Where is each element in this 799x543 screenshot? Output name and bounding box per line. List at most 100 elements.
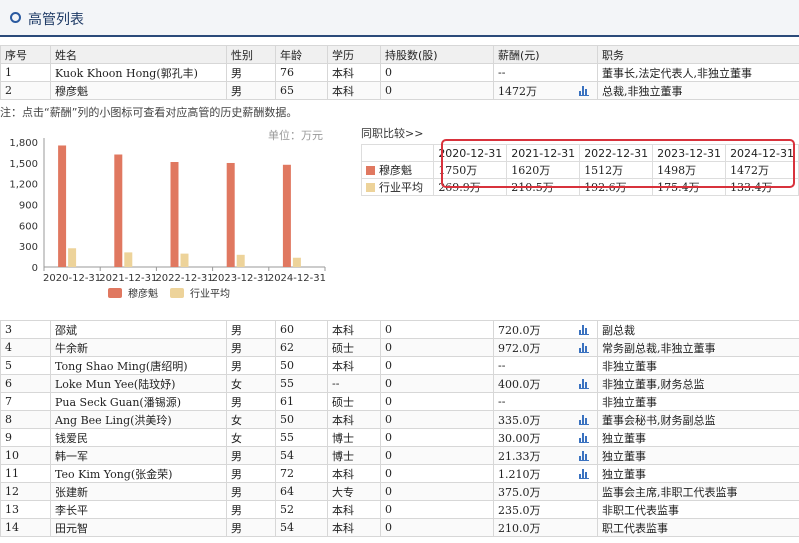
bar-chart-icon[interactable]	[579, 343, 589, 353]
col-header-no[interactable]: 序号	[0, 45, 51, 64]
table-row: 8 Ang Bee Ling(洪美玲) 女 50 本科 0 335.0万 董事会秘书,财务副总…	[0, 410, 799, 429]
row-education-text: 本科	[332, 84, 354, 98]
bar-chart-icon[interactable]	[579, 379, 589, 389]
table-row: 12 张建新 男 64 大专 0 375.0万 监事会主席,非职工代表监事	[0, 482, 799, 501]
row-no-text: 10	[5, 449, 19, 462]
row-pay: 1472万	[493, 81, 598, 100]
col-header-age[interactable]: 年龄	[275, 45, 328, 64]
col-header-gender[interactable]: 性别	[226, 45, 276, 64]
row-pay: 335.0万	[493, 410, 598, 429]
row-shares-text: 0	[385, 66, 392, 79]
row-pay: 21.33万	[493, 446, 598, 465]
row-name: Loke Mun Yee(陆玟妤)	[50, 374, 227, 393]
table-row: 6 Loke Mun Yee(陆玟妤) 女 55 -- 0 400.0万 非独立董事,财务总监	[0, 374, 799, 393]
row-no-text: 3	[5, 323, 12, 336]
x-tick-label: 2022-12-31	[155, 273, 213, 284]
row-role: 董事长,法定代表人,非独立董事	[597, 63, 799, 82]
row-gender: 女	[226, 428, 276, 447]
row-no: 3	[0, 320, 51, 339]
table-row: 13 李长平 男 52 本科 0 235.0万 非职工代表监事	[0, 500, 799, 519]
bar-chart-icon[interactable]	[579, 433, 589, 443]
row-age-text: 62	[280, 341, 294, 354]
col-header-pay[interactable]: 薪酬(元)	[493, 45, 598, 64]
bar-avg	[68, 248, 77, 267]
table-row: 11 Teo Kim Yong(张金荣) 男 72 本科 0 1.210万 独立董事	[0, 464, 799, 483]
row-age-text: 60	[280, 323, 294, 336]
row-role-text: 独立董事	[602, 431, 646, 445]
x-tick-label: 2024-12-31	[268, 273, 326, 284]
peer-compare-link[interactable]: 同职比较>>	[361, 125, 423, 141]
row-no-text: 6	[5, 377, 12, 390]
row-shares: 0	[380, 81, 494, 100]
row-no: 13	[0, 500, 51, 519]
row-name-text: 张建新	[55, 485, 88, 499]
row-education: --	[327, 374, 381, 393]
row-name-text: 钱爱民	[55, 431, 88, 445]
row-education-text: 硕士	[332, 395, 354, 409]
col-header-education[interactable]: 学历	[327, 45, 381, 64]
bar-person	[58, 145, 67, 267]
row-gender: 女	[226, 374, 276, 393]
row-name: Ang Bee Ling(洪美玲)	[50, 410, 227, 429]
compare-highlight-box	[441, 139, 795, 188]
row-age-text: 61	[280, 395, 294, 408]
row-name-text: 韩一军	[55, 449, 88, 463]
row-no-text: 14	[5, 521, 19, 534]
row-name-text: 穆彦魁	[55, 84, 88, 98]
row-no-text: 7	[5, 395, 12, 408]
row-gender-text: 男	[231, 467, 242, 481]
row-pay: 235.0万	[493, 500, 598, 519]
row-pay-text: 335.0万	[498, 413, 541, 427]
row-no-text: 2	[5, 84, 12, 97]
compare-avg-label: 行业平均	[360, 178, 435, 196]
col-header-name[interactable]: 姓名	[50, 45, 227, 64]
bar-chart-icon[interactable]	[579, 451, 589, 461]
col-header-shares[interactable]: 持股数(股)	[380, 45, 494, 64]
row-shares: 0	[380, 518, 494, 537]
table-row: 5 Tong Shao Ming(唐绍明) 男 50 本科 0 -- 非独立董事	[0, 356, 799, 375]
bar-person	[282, 164, 291, 267]
row-shares-text: 0	[385, 503, 392, 516]
bar-chart-icon[interactable]	[579, 325, 589, 335]
row-name: 张建新	[50, 482, 227, 501]
row-gender: 男	[226, 338, 276, 357]
row-gender: 男	[226, 446, 276, 465]
row-age: 72	[275, 464, 328, 483]
row-education-text: 本科	[332, 323, 354, 337]
bar-chart-icon[interactable]	[579, 469, 589, 479]
row-shares-text: 0	[385, 413, 392, 426]
row-gender-text: 男	[231, 359, 242, 373]
row-gender-text: 男	[231, 521, 242, 535]
row-shares-text: 0	[385, 377, 392, 390]
row-gender-text: 女	[231, 413, 242, 427]
bar-person	[226, 162, 235, 267]
row-age: 60	[275, 320, 328, 339]
row-name-text: 邵斌	[55, 323, 77, 337]
bar-chart-icon[interactable]	[579, 86, 589, 96]
circle-icon	[10, 12, 21, 23]
row-gender: 男	[226, 320, 276, 339]
row-shares: 0	[380, 428, 494, 447]
row-pay-text: 235.0万	[498, 503, 541, 517]
row-role-text: 总裁,非独立董事	[602, 84, 683, 98]
row-name: 牛余新	[50, 338, 227, 357]
table-row: 9 钱爱民 女 55 博士 0 30.00万 独立董事	[0, 428, 799, 447]
row-age-text: 52	[280, 503, 294, 516]
row-pay-text: --	[498, 395, 506, 408]
row-no-text: 12	[5, 485, 19, 498]
row-shares: 0	[380, 63, 494, 82]
bar-chart-icon[interactable]	[579, 415, 589, 425]
row-gender-text: 男	[231, 395, 242, 409]
compare-person-label: 穆彦魁	[360, 161, 435, 179]
row-role: 职工代表监事	[597, 518, 799, 537]
x-tick-label: 2023-12-31	[212, 273, 270, 284]
row-name-text: 牛余新	[55, 341, 88, 355]
col-header-role[interactable]: 职务	[597, 45, 799, 64]
row-education-text: 博士	[332, 449, 354, 463]
row-role-text: 非独立董事,财务总监	[602, 377, 705, 391]
row-pay: 1.210万	[493, 464, 598, 483]
row-no-text: 11	[5, 467, 19, 480]
row-shares: 0	[380, 338, 494, 357]
x-tick-label: 2021-12-31	[99, 273, 157, 284]
row-shares-text: 0	[385, 467, 392, 480]
